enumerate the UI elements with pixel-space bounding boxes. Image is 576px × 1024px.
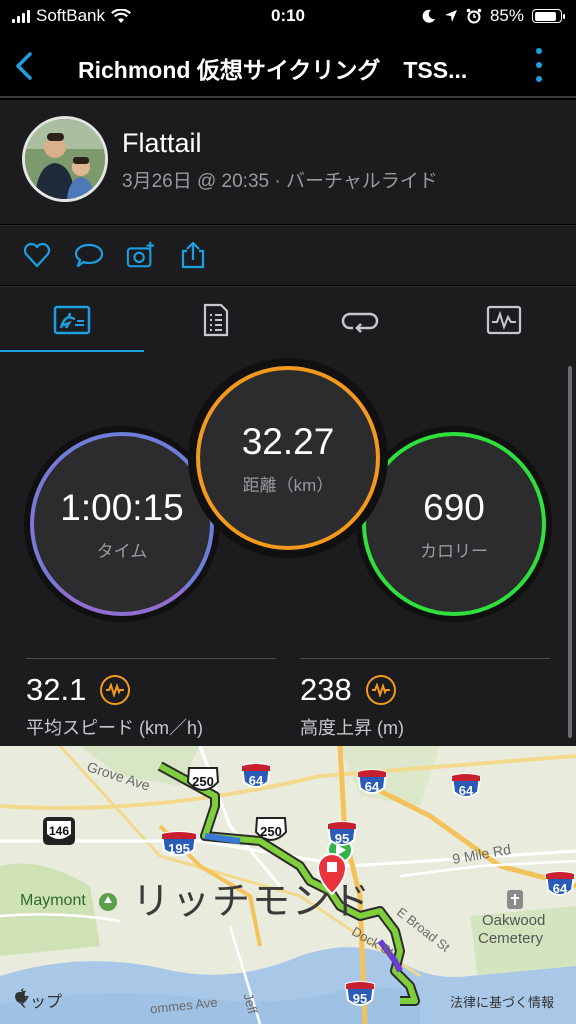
time-label: タイム <box>96 541 148 561</box>
stats-panel: 1:00:15 タイム 690 カロリー 32.27 距離（km） 32.1 平… <box>0 352 576 746</box>
location-icon <box>444 10 457 22</box>
tab-laps[interactable] <box>288 287 432 353</box>
elevation-label: 高度上昇 (m) <box>300 718 404 738</box>
apple-maps-logo: マップ <box>14 988 62 1012</box>
legal-link[interactable]: 法律に基づく情報 <box>450 992 554 1011</box>
tab-overview[interactable] <box>0 287 144 353</box>
distance-label: 距離（km） <box>242 475 334 495</box>
share-icon[interactable] <box>178 240 208 270</box>
distance-ring: 32.27 距離（km） <box>196 366 380 550</box>
calories-ring: 690 カロリー <box>362 432 546 616</box>
distance-value: 32.27 <box>241 420 335 462</box>
add-photo-icon[interactable] <box>126 240 156 270</box>
map-place-label: Cemetery <box>478 930 544 947</box>
status-bar: SoftBank 0:10 85% <box>0 0 576 34</box>
route-map[interactable]: Grove Ave Maymont リッチモンド 9 Mile Rd Oakwo… <box>0 746 576 1024</box>
laps-loop-icon <box>341 312 379 333</box>
alarm-icon <box>466 8 482 24</box>
battery-icon <box>532 9 565 23</box>
tab-bar <box>0 286 576 353</box>
moon-icon <box>422 9 435 23</box>
stats-chart-icon <box>53 305 91 335</box>
page-title: Richmond 仮想サイクリング TSS... <box>78 57 468 83</box>
document-list-icon <box>203 303 229 337</box>
comment-icon[interactable] <box>74 240 104 270</box>
map-park-label: Maymont <box>20 892 86 909</box>
scrollbar[interactable] <box>568 366 572 738</box>
back-chevron-icon[interactable] <box>10 48 40 84</box>
nav-bar: Richmond 仮想サイクリング TSS... <box>0 34 576 98</box>
action-row <box>0 225 576 285</box>
tab-details[interactable] <box>144 287 288 353</box>
avg-speed-label: 平均スピード (km／h) <box>26 718 203 738</box>
apple-icon <box>15 988 27 1003</box>
time-ring: 1:00:15 タイム <box>30 432 214 616</box>
time-value: 1:00:15 <box>60 486 184 528</box>
more-options-icon[interactable] <box>536 48 544 82</box>
calories-value: 690 <box>423 486 485 528</box>
power-zone-icon[interactable] <box>100 675 131 705</box>
heart-icon[interactable] <box>22 240 52 270</box>
map-place-label: Oakwood <box>482 912 546 929</box>
tab-charts[interactable] <box>432 287 576 353</box>
line-chart-icon <box>486 305 522 335</box>
avatar[interactable] <box>22 116 108 202</box>
battery-percent: 85% <box>489 6 524 25</box>
user-name[interactable]: Flattail <box>122 128 202 159</box>
elevation-value: 238 <box>300 672 352 707</box>
activity-header: Flattail 3月26日 @ 20:35 · バーチャルライド <box>0 100 576 224</box>
city-label: リッチモンド <box>132 881 373 923</box>
activity-meta: 3月26日 @ 20:35 · バーチャルライド <box>122 171 438 192</box>
calories-label: カロリー <box>420 541 488 561</box>
tree-icon <box>99 893 117 911</box>
avg-speed-value: 32.1 <box>26 672 87 707</box>
power-zone-icon[interactable] <box>365 675 396 705</box>
cemetery-icon <box>507 890 523 909</box>
